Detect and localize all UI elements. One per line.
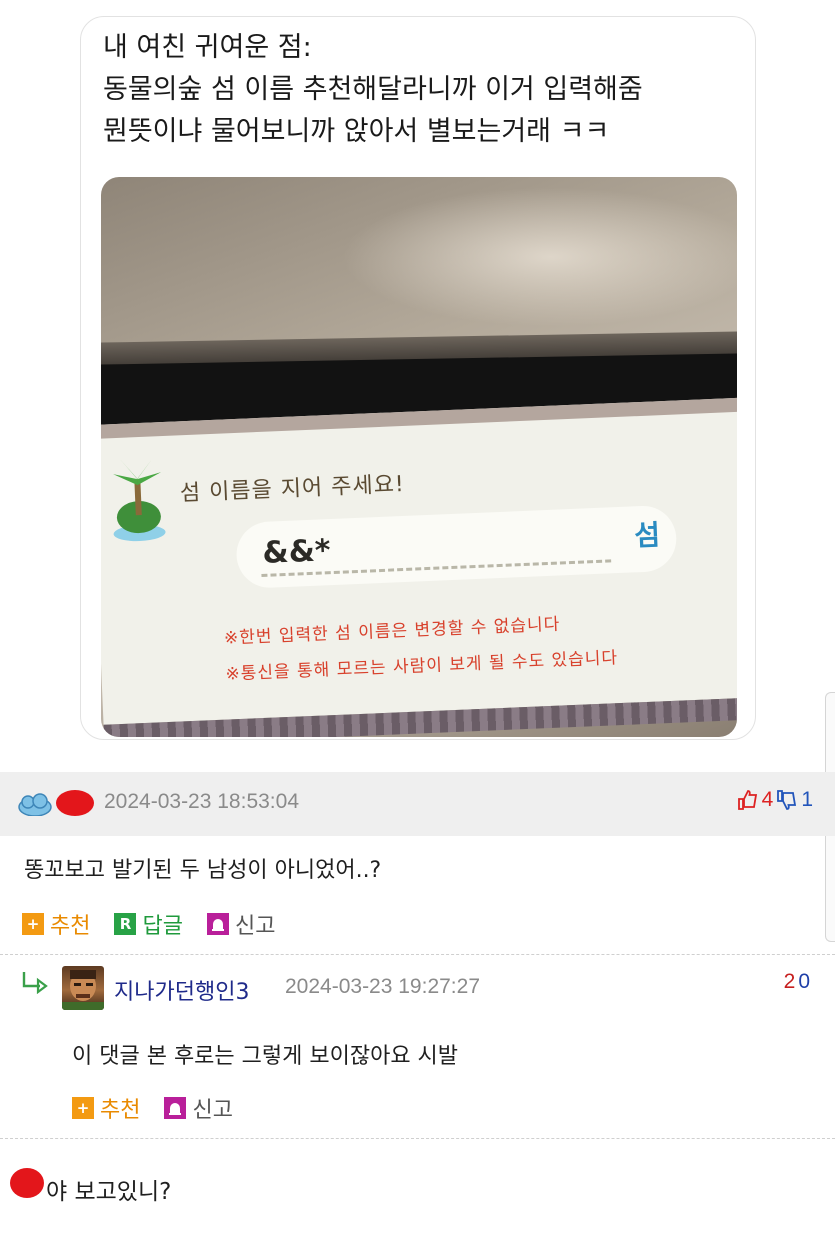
reply-recommend-button[interactable]: + 추천 — [72, 1092, 140, 1124]
reply-author[interactable]: 지나가던행인3 — [114, 974, 249, 1006]
user-level-icon — [18, 793, 52, 816]
reply-body: 이 댓글 본 후로는 그렇게 보이잖아요 시발 — [72, 1044, 459, 1069]
comment-divider — [0, 1138, 835, 1139]
comment-body: 야 보고있니? — [46, 1179, 172, 1205]
comment-timestamp: 2024-03-23 18:53:04 — [104, 790, 299, 813]
reply-actions: + 추천 신고 — [72, 1092, 233, 1124]
upvote-count: 4 — [761, 788, 774, 811]
reply-report-label: 신고 — [192, 1098, 233, 1123]
post-card: 내 여친 귀여운 점: 동물의숲 섬 이름 추천해달라니까 이거 입력해줌 뭔뜻… — [80, 16, 756, 740]
reply-recommend-label: 추천 — [100, 1098, 141, 1123]
palm-island-icon — [113, 458, 166, 542]
downvote-count: 1 — [801, 788, 813, 811]
recommend-button[interactable]: + 추천 — [22, 908, 90, 940]
report-label: 신고 — [234, 914, 276, 939]
reply-score: 20 — [784, 970, 813, 994]
island-suffix: 섬 — [633, 518, 661, 553]
siren-icon — [206, 913, 229, 935]
redacted-username — [56, 790, 94, 816]
report-button[interactable]: 신고 — [206, 908, 276, 940]
reply-arrow-icon — [20, 970, 50, 1000]
avatar[interactable] — [62, 966, 104, 1010]
reply-button[interactable]: R 답글 — [114, 908, 183, 940]
reply-label: 답글 — [142, 914, 183, 939]
plus-icon: + — [72, 1097, 94, 1119]
siren-icon — [164, 1097, 187, 1119]
photo-background-light — [341, 187, 737, 327]
redacted-username — [10, 1168, 44, 1198]
comment-body: 똥꼬보고 발기된 두 남성이 아니었어..? — [24, 858, 382, 883]
post-line-1: 내 여친 귀여운 점: — [103, 32, 312, 63]
comment-header: 2024-03-23 18:53:04 4 1 — [0, 772, 835, 836]
comment-divider — [0, 954, 835, 955]
post-line-2: 동물의숲 섬 이름 추천해달라니까 이거 입력해줌 — [103, 74, 643, 105]
game-screen: 섬 이름을 지어 주세요! &&* 섬 ※한번 입력한 섬 이름은 변경할 수 … — [101, 397, 737, 737]
reply-report-button[interactable]: 신고 — [164, 1092, 233, 1124]
post-line-3: 뭔뜻이냐 물어보니까 앉아서 별보는거래 ㅋㅋ — [103, 116, 610, 147]
comment-actions: + 추천 R 답글 신고 — [22, 908, 275, 940]
reply-upvote-count: 2 — [783, 970, 799, 993]
recommend-label: 추천 — [50, 914, 91, 939]
vote-counts: 4 1 — [736, 788, 813, 812]
reply-downvote-count: 0 — [798, 970, 813, 993]
island-name-value: &&* — [261, 533, 332, 571]
game-warning-1: ※한번 입력한 섬 이름은 변경할 수 없습니다 — [223, 614, 561, 649]
thumbs-up-icon[interactable] — [736, 788, 760, 812]
plus-icon: + — [22, 913, 44, 935]
thumbs-down-icon[interactable] — [775, 788, 799, 812]
reply-timestamp: 2024-03-23 19:27:27 — [285, 975, 480, 998]
island-name-field: &&* 섬 — [235, 504, 678, 589]
reply-r-icon: R — [114, 913, 137, 935]
game-warning-2: ※통신을 통해 모르는 사람이 보게 될 수도 있습니다 — [225, 648, 619, 685]
screen-border-pattern — [103, 697, 737, 737]
post-photo[interactable]: 섬 이름을 지어 주세요! &&* 섬 ※한번 입력한 섬 이름은 변경할 수 … — [101, 177, 737, 737]
post-text: 내 여친 귀여운 점: 동물의숲 섬 이름 추천해달라니까 이거 입력해줌 뭔뜻… — [103, 27, 743, 153]
game-prompt: 섬 이름을 지어 주세요! — [179, 471, 406, 507]
